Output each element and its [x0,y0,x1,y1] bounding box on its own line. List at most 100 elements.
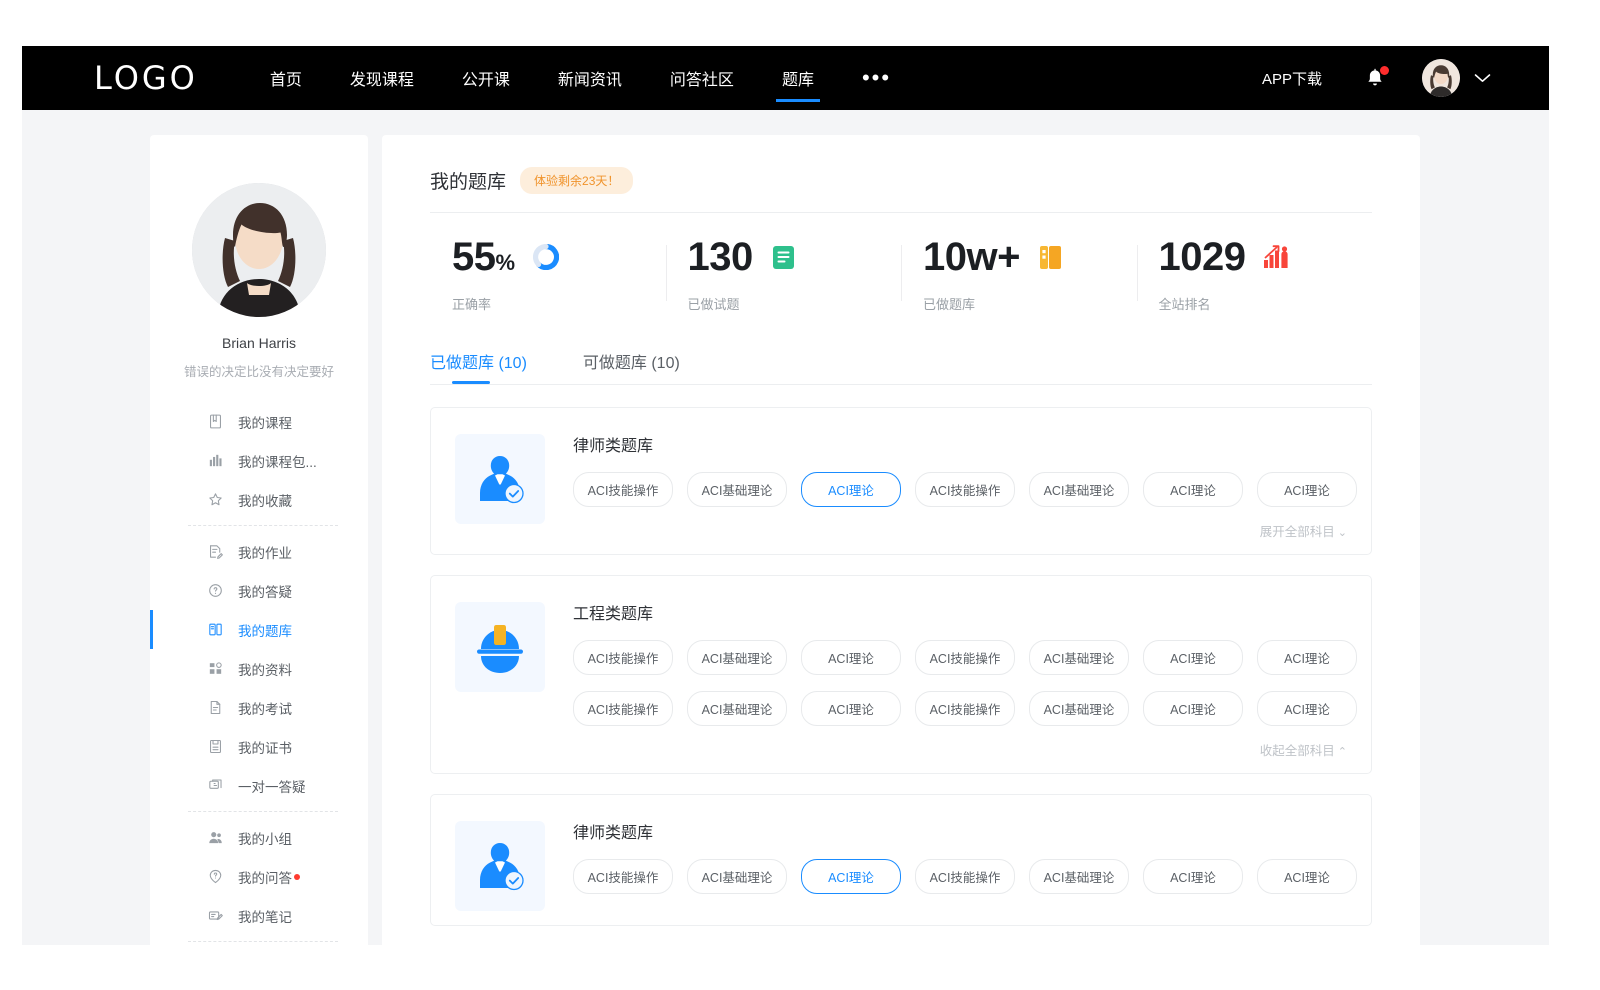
chevron-down-icon [1474,73,1491,84]
sidebar-item-7[interactable]: 我的资料 [150,649,368,688]
subject-tag[interactable]: ACI基础理论 [1029,859,1129,894]
subject-tag[interactable]: ACI基础理论 [687,472,787,507]
question-bank-card[interactable]: 律师类题库ACI技能操作ACI基础理论ACI理论ACI技能操作ACI基础理论AC… [430,407,1372,555]
subject-tag[interactable]: ACI技能操作 [915,472,1015,507]
card-title: 律师类题库 [573,819,1347,843]
app-download-link[interactable]: APP下载 [1262,68,1322,89]
subject-tag[interactable]: ACI理论 [1257,640,1357,675]
tabs-divider [430,384,1372,385]
stat-label: 全站排名 [1159,294,1373,313]
nav-item-1[interactable]: 发现课程 [350,46,414,110]
sidebar-item-label: 我的课程包... [238,451,317,471]
nav-item-4[interactable]: 问答社区 [670,46,734,110]
primary-nav: 首页 发现课程 公开课 新闻资讯问答社区题库 [270,46,862,110]
subject-tag[interactable]: ACI基础理论 [687,691,787,726]
subject-tag[interactable]: ACI基础理论 [1029,691,1129,726]
sidebar-item-14[interactable]: 我的笔记 [150,896,368,935]
user-avatar-image [1422,59,1460,97]
stat-value: 1029 [1159,237,1246,277]
tab-0[interactable]: 已做题库 (10) [430,349,527,384]
chevron-down-icon: ⌄ [1338,527,1347,539]
qa-icon [206,868,224,886]
sidebar-item-0[interactable]: 我的课程 [150,402,368,441]
stat-card-3: 1029 全站排名 [1137,237,1373,313]
question-bank-list: 律师类题库 ACI技能操作 ACI基础理论 ACI理论 ACI技能操作 ACI基础理论 AC… [430,407,1372,926]
subject-tag[interactable]: ACI理论 [801,691,901,726]
subject-tag[interactable]: ACI理论 [1257,691,1357,726]
orange-book-icon [1039,245,1062,270]
tab-1[interactable]: 可做题库 (10) [583,349,680,384]
profile-menu: 我的课程我的课程包... 我的收藏我的作业我的答疑我的题库我的资料我的考试我的证书… [150,402,368,950]
sidebar-item-4[interactable]: 我的作业 [150,532,368,571]
tag-row: ACI技能操作ACI基础理论ACI理论ACI技能操作ACI基础理论ACI理论AC… [573,859,1347,894]
question-bank-card[interactable]: 工程类题库ACI技能操作ACI基础理论ACI理论ACI技能操作ACI基础理论AC… [430,575,1372,774]
subject-tag[interactable]: ACI理论 [1143,640,1243,675]
expand-subjects-toggle[interactable]: 收起全部科目⌃ [573,740,1347,759]
subject-tag[interactable]: ACI理论 [1257,472,1357,507]
subject-tag[interactable]: ACI理论 [1143,691,1243,726]
sidebar-item-8[interactable]: 我的考试 [150,688,368,727]
stat-value: 10w+ [923,237,1020,277]
subject-tag[interactable]: ACI理论 [801,472,901,507]
nav-item-3[interactable]: 新闻资讯 [558,46,622,110]
sidebar-item-label: 我的作业 [238,542,292,562]
sidebar-item-16[interactable]: 我的积分 [150,948,368,950]
subject-tag[interactable]: ACI技能操作 [573,859,673,894]
subject-tag[interactable]: ACI技能操作 [915,691,1015,726]
donut-chart-icon [533,244,559,270]
subject-tag[interactable]: ACI基础理论 [1029,640,1129,675]
question-bank-card[interactable]: 律师类题库 ACI技能操作 ACI基础理论 ACI理论 ACI技能操作 ACI基础理论 AC… [430,794,1372,926]
tag-row: ACI技能操作ACI基础理论ACI理论ACI技能操作ACI基础理论ACI理论AC… [573,640,1347,675]
nav-more-icon[interactable]: ••• [862,46,891,110]
nav-item-5[interactable]: 题库 [782,46,814,110]
user-menu-toggle[interactable] [1474,73,1491,84]
sidebar-item-6[interactable]: 我的题库 [150,610,368,649]
question-bank-icon [206,621,224,639]
subject-tag[interactable]: ACI基础理论 [687,640,787,675]
subject-tag[interactable]: ACI理论 [1143,859,1243,894]
sidebar-item-label: 我的资料 [238,659,292,679]
subject-tag[interactable]: ACI基础理论 [1029,472,1129,507]
notifications-button[interactable] [1364,67,1386,90]
sidebar-item-5[interactable]: 我的答疑 [150,571,368,610]
subject-tag[interactable]: ACI理论 [1143,472,1243,507]
lawyer-icon [469,448,531,510]
tag-row: ACI技能操作ACI基础理论ACI理论ACI技能操作ACI基础理论ACI理论AC… [573,472,1347,507]
sidebar-item-1[interactable]: 我的课程包... [150,441,368,480]
star-icon [206,491,224,509]
menu-divider [188,941,338,942]
sidebar-item-13[interactable]: 我的问答 [150,857,368,896]
expand-subjects-toggle[interactable]: 展开全部科目⌄ [573,521,1347,540]
menu-divider [188,811,338,812]
donut-chart-icon [533,244,559,270]
user-avatar[interactable] [1422,59,1460,97]
sidebar-item-12[interactable]: 我的小组 [150,818,368,857]
subject-tag[interactable]: ACI基础理论 [687,859,787,894]
sidebar-item-10[interactable]: 一对一答疑 [150,766,368,805]
nav-item-label: 公开课 [462,66,510,90]
site-logo[interactable]: LOGO [94,59,198,97]
sidebar-item-2[interactable]: 我的收藏 [150,480,368,519]
question-circle-icon [206,582,224,600]
app-viewport: LOGO 首页 发现课程 公开课 新闻资讯问答社区题库 ••• APP下载 [0,0,1600,990]
subject-tag[interactable]: ACI技能操作 [573,472,673,507]
card-body: 律师类题库 ACI技能操作 ACI基础理论 ACI理论 ACI技能操作 ACI基础理论 AC… [573,817,1347,911]
page-body: Brian Harris 错误的决定比没有决定要好 我的课程我的课程包...我的… [22,110,1549,945]
nav-item-2[interactable]: 公开课 [462,46,510,110]
subject-tag[interactable]: ACI技能操作 [915,859,1015,894]
lawyer-icon [469,835,531,897]
nav-item-label: 首页 [270,66,302,90]
card-body: 工程类题库ACI技能操作ACI基础理论ACI理论ACI技能操作ACI基础理论AC… [573,598,1347,759]
expand-subjects-label: 展开全部科目 [1260,525,1335,539]
nav-item-0[interactable]: 首页 [270,46,302,110]
subject-tag[interactable]: ACI理论 [801,640,901,675]
sidebar-item-9[interactable]: 我的证书 [150,727,368,766]
sidebar-item-label: 我的答疑 [238,581,292,601]
subject-tag[interactable]: ACI技能操作 [915,640,1015,675]
lawyer-icon [455,434,545,524]
subject-tag[interactable]: ACI理论 [1257,859,1357,894]
expand-subjects-label: 收起全部科目 [1260,744,1335,758]
subject-tag[interactable]: ACI技能操作 [573,691,673,726]
subject-tag[interactable]: ACI技能操作 [573,640,673,675]
subject-tag[interactable]: ACI理论 [801,859,901,894]
